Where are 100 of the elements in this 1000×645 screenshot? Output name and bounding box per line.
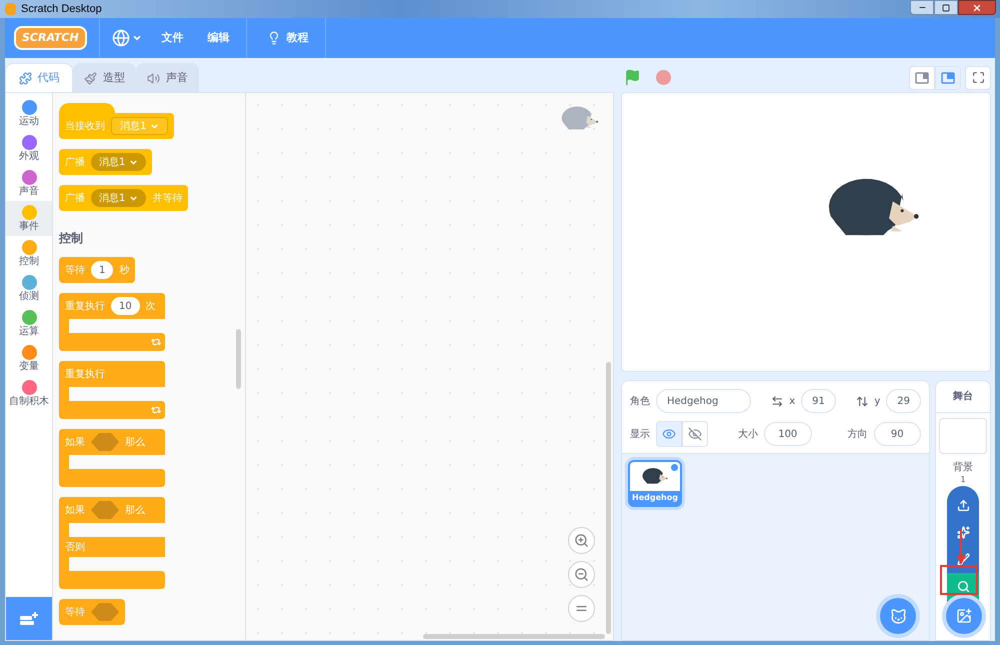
code-block[interactable]: 等待 1 秒 <box>59 257 136 283</box>
stage-size-button[interactable] <box>935 66 961 90</box>
zoom-in-button[interactable] <box>568 527 595 554</box>
editor-tab[interactable]: 造型 <box>73 63 136 92</box>
close-button[interactable] <box>958 0 996 15</box>
fullscreen-button[interactable] <box>965 66 991 90</box>
backdrop-thumbnail[interactable] <box>939 418 987 454</box>
add-extension-button[interactable] <box>6 597 52 640</box>
block-label: 如果 <box>65 504 85 518</box>
speaker-icon <box>147 72 160 84</box>
category-label: 运算 <box>19 327 39 337</box>
eye-icon <box>662 427 676 441</box>
language-menu[interactable] <box>112 29 142 47</box>
annotation-arrow <box>956 529 966 565</box>
cat-icon <box>890 608 906 624</box>
category-item[interactable]: 声音 <box>6 166 52 201</box>
category-item[interactable]: 外观 <box>6 131 52 166</box>
category-item[interactable]: 控制 <box>6 236 52 271</box>
direction-field[interactable]: 90 <box>874 422 921 446</box>
brush-icon <box>956 553 970 566</box>
stage-size-button[interactable] <box>909 66 935 90</box>
size-field[interactable]: 100 <box>764 422 812 446</box>
scrollbar[interactable] <box>236 329 241 389</box>
show-button[interactable] <box>656 421 682 447</box>
condition-slot[interactable] <box>91 433 119 451</box>
close-icon <box>972 2 982 12</box>
small-stage-icon <box>915 72 929 84</box>
category-item[interactable]: 自制积木 <box>6 376 52 411</box>
caret-icon <box>129 194 138 202</box>
zoom-out-button[interactable] <box>568 561 595 588</box>
stage-title: 舞台 <box>936 381 990 413</box>
block-label: 广播 <box>65 156 85 170</box>
category-item[interactable]: 侦测 <box>6 271 52 306</box>
block-label: 当接收到 <box>65 120 105 134</box>
stage[interactable] <box>621 92 991 372</box>
code-block[interactable] <box>59 497 165 589</box>
caret-icon <box>150 122 160 130</box>
reset-zoom-button[interactable] <box>568 595 595 622</box>
category-label: 自制积木 <box>9 397 49 407</box>
category-label: 运动 <box>19 117 39 127</box>
section-heading: 控制 <box>59 230 84 247</box>
block-label: 秒 <box>119 264 130 278</box>
scrollbar[interactable] <box>606 362 611 634</box>
y-field[interactable]: 29 <box>886 389 921 413</box>
flag-button[interactable] <box>624 69 641 86</box>
hide-button[interactable] <box>682 421 708 447</box>
block-label: 广播 <box>65 192 85 206</box>
code-block[interactable] <box>59 293 165 351</box>
editor-tab[interactable]: 声音 <box>136 63 199 92</box>
category-label: 外观 <box>19 152 39 162</box>
y-label: y <box>874 394 880 408</box>
direction-label: 方向 <box>848 428 868 442</box>
choose-backdrop-button[interactable] <box>946 598 982 634</box>
code-block[interactable] <box>59 429 165 487</box>
block-label: 那么 <box>125 436 145 450</box>
window-title: Scratch Desktop <box>21 2 102 17</box>
eye-off-icon <box>688 427 702 441</box>
maximize-button[interactable] <box>934 0 958 15</box>
choose-sprite-button[interactable] <box>880 598 916 634</box>
block-label: 等待 <box>65 264 85 278</box>
vertical-arrows-icon <box>856 394 868 408</box>
block-label: 等待 <box>65 606 85 620</box>
condition-slot[interactable] <box>91 501 119 519</box>
category-item[interactable]: 运算 <box>6 306 52 341</box>
zoom-out-icon <box>574 567 589 582</box>
add-image-icon <box>956 608 972 624</box>
code-block[interactable] <box>59 361 165 419</box>
block-label: 重复执行 <box>65 368 105 382</box>
category-item[interactable]: 事件 <box>6 201 52 236</box>
caret-icon <box>129 158 138 166</box>
number-input[interactable]: 1 <box>91 261 114 279</box>
category-label: 变量 <box>19 362 39 372</box>
fullscreen-icon <box>972 71 984 84</box>
backdrop-count: 1 <box>960 475 966 485</box>
scrollbar[interactable] <box>423 634 605 639</box>
x-field[interactable]: 91 <box>801 389 836 413</box>
category-label: 声音 <box>19 187 39 197</box>
code-icon <box>18 72 32 84</box>
sprite-tile-label: Hedgehog <box>631 492 679 504</box>
category-item[interactable]: 变量 <box>6 341 52 376</box>
category-label: 控制 <box>19 257 39 267</box>
hedgehog-thumbnail[interactable] <box>642 467 668 486</box>
condition-slot[interactable] <box>91 603 119 621</box>
caret-icon <box>132 33 142 43</box>
block-label: 那么 <box>125 504 145 518</box>
block-label: 次 <box>146 300 156 314</box>
block-label: 并等待 <box>152 192 182 206</box>
upload-icon <box>956 499 970 512</box>
block-label: 否则 <box>65 540 85 554</box>
hedgehog-thumbnail <box>561 105 599 132</box>
block-label: 如果 <box>65 436 85 450</box>
maximize-icon <box>942 4 950 12</box>
stop-button[interactable] <box>656 70 671 85</box>
sprite-name-field[interactable]: Hedgehog <box>656 389 751 413</box>
sparkle-icon <box>956 526 970 539</box>
extension-icon <box>19 610 39 626</box>
x-label: x <box>789 394 796 408</box>
app-icon <box>5 3 16 15</box>
horizontal-arrows-icon <box>770 394 784 408</box>
category-item[interactable]: 运动 <box>6 96 52 131</box>
